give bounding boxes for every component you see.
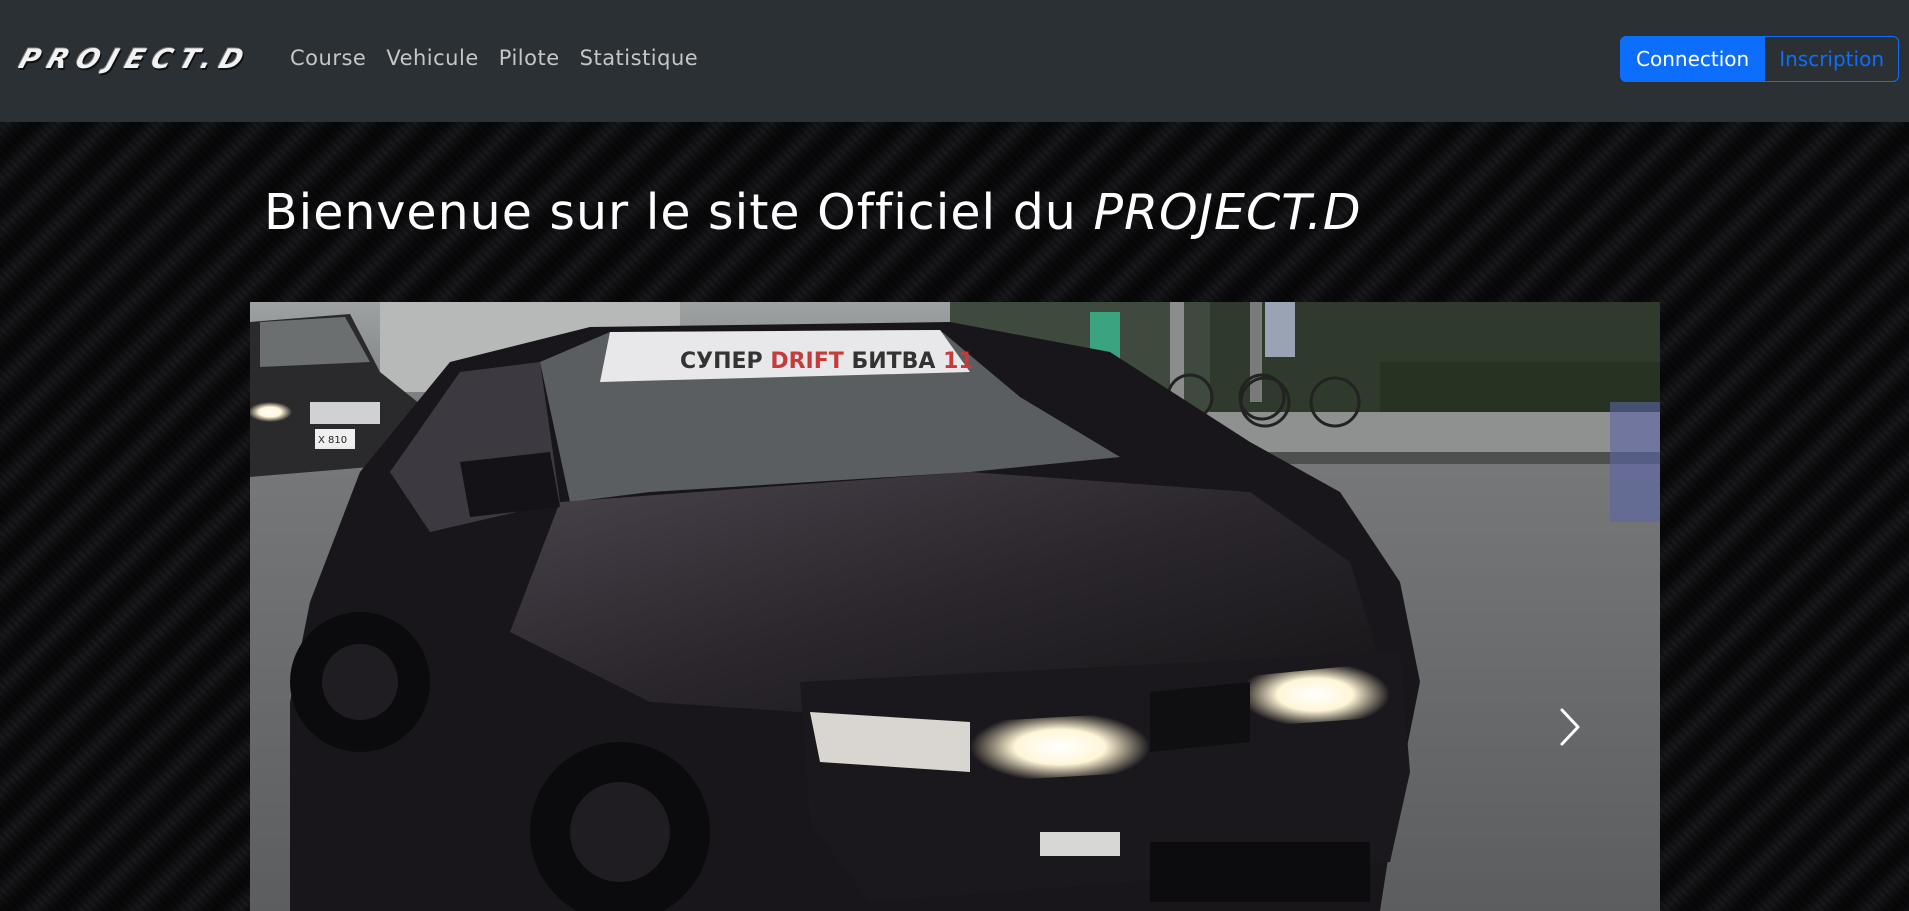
nav-links: Course Vehicule Pilote Statistique bbox=[280, 46, 708, 70]
connection-button[interactable]: Connection bbox=[1620, 36, 1766, 82]
page-title: Bienvenue sur le site Officiel du PROJEC… bbox=[264, 184, 1362, 241]
license-plate-text: Х 810 bbox=[318, 435, 347, 446]
image-carousel[interactable]: СУПЕР DRIFT БИТВА 11 Х 810 bbox=[250, 302, 1660, 911]
navbar: PROJECT.D Course Vehicule Pilote Statist… bbox=[0, 0, 1909, 122]
inscription-button[interactable]: Inscription bbox=[1765, 36, 1899, 82]
windshield-banner-text: СУПЕР DRIFT БИТВА 11 bbox=[680, 349, 974, 374]
nav-link-course[interactable]: Course bbox=[280, 46, 376, 70]
carousel-slide-drift-car-image: СУПЕР DRIFT БИТВА 11 Х 810 bbox=[250, 302, 1660, 911]
page-title-brand: PROJECT.D bbox=[1093, 184, 1362, 241]
page-title-prefix: Bienvenue sur le site Officiel du bbox=[264, 184, 1094, 241]
brand-logo[interactable]: PROJECT.D bbox=[15, 44, 255, 75]
auth-button-group: Connection Inscription bbox=[1620, 36, 1899, 82]
hero-section: Bienvenue sur le site Officiel du PROJEC… bbox=[0, 122, 1909, 911]
nav-link-vehicule[interactable]: Vehicule bbox=[376, 46, 488, 70]
nav-link-statistique[interactable]: Statistique bbox=[570, 46, 709, 70]
nav-link-pilote[interactable]: Pilote bbox=[489, 46, 570, 70]
carousel-next-chevron-right-icon[interactable] bbox=[1550, 702, 1590, 752]
